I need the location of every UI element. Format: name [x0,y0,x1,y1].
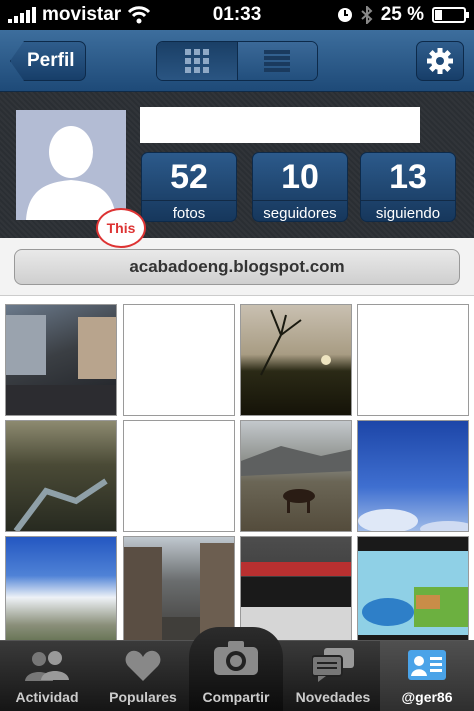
tab-label: @ger86 [401,689,453,705]
avatar[interactable] [16,110,126,220]
stat-label: siguiendo [361,200,455,222]
profile-header: 52 fotos 10 seguidores 13 siguiendo [0,92,474,238]
status-bar: movistar 01:33 25 % [0,0,474,30]
heart-icon [125,650,161,681]
alarm-clock-icon [337,8,352,22]
photo-thumbnail-blank[interactable] [357,304,469,416]
back-button-label: Perfil [27,50,75,71]
photo-thumbnail-blank[interactable] [123,420,235,532]
list-view-button[interactable] [236,42,317,80]
website-area: acabadoeng.blogspot.com [0,238,474,296]
battery-icon [432,7,469,23]
photo-thumbnail[interactable] [240,536,352,640]
default-avatar-icon [26,126,116,220]
stat-label: seguidores [253,200,347,222]
photo-thumbnail[interactable] [357,420,469,532]
stat-count: 13 [389,158,427,196]
stat-photos-button[interactable]: 52 fotos [141,152,237,222]
battery-percent: 25 % [380,4,424,25]
tab-compartir[interactable]: Compartir [189,627,283,711]
username-field [140,107,420,143]
settings-button[interactable] [416,41,464,81]
photo-thumbnail[interactable] [5,536,117,640]
photo-thumbnail[interactable] [5,420,117,532]
stat-following-button[interactable]: 13 siguiendo [360,152,456,222]
tab-label: Compartir [202,689,270,705]
gear-icon [427,48,453,74]
tab-actividad[interactable]: Actividad [0,641,94,711]
battery-level [435,10,442,20]
website-link-button[interactable]: acabadoeng.blogspot.com [14,249,460,285]
tab-bar: Actividad Populares Compartir Novedades … [0,627,474,711]
tab-profile[interactable]: @ger86 [380,641,474,711]
website-url: acabadoeng.blogspot.com [129,257,345,276]
stat-count: 10 [281,158,319,196]
stat-count: 52 [170,158,208,196]
tab-novedades[interactable]: Novedades [286,641,380,711]
photo-thumbnail[interactable] [240,420,352,532]
photo-thumbnail[interactable] [357,536,469,640]
grid-icon [184,49,209,73]
bluetooth-icon [361,6,373,24]
photo-thumbnail[interactable] [123,536,235,640]
people-icon [25,651,69,681]
profile-card-icon [408,650,446,680]
camera-icon [214,641,258,675]
stat-label: fotos [142,200,236,222]
photo-thumbnail[interactable] [240,304,352,416]
annotation-text: This [106,220,136,236]
status-right: 25 % [337,4,469,26]
chat-icon [312,648,354,682]
stat-followers-button[interactable]: 10 seguidores [252,152,348,222]
view-mode-segmented-control [156,41,318,81]
photo-thumbnail[interactable] [5,304,117,416]
grid-view-button[interactable] [157,42,237,80]
photo-thumbnail-blank[interactable] [123,304,235,416]
back-button[interactable]: Perfil [10,41,86,81]
tab-label: Populares [109,689,177,705]
navigation-bar: Perfil [0,30,474,92]
tab-populares[interactable]: Populares [96,641,190,711]
tab-label: Novedades [295,689,371,705]
tab-label: Actividad [15,689,79,705]
photo-grid [0,296,474,640]
this-annotation-badge: This [96,208,146,248]
list-icon [264,50,291,72]
